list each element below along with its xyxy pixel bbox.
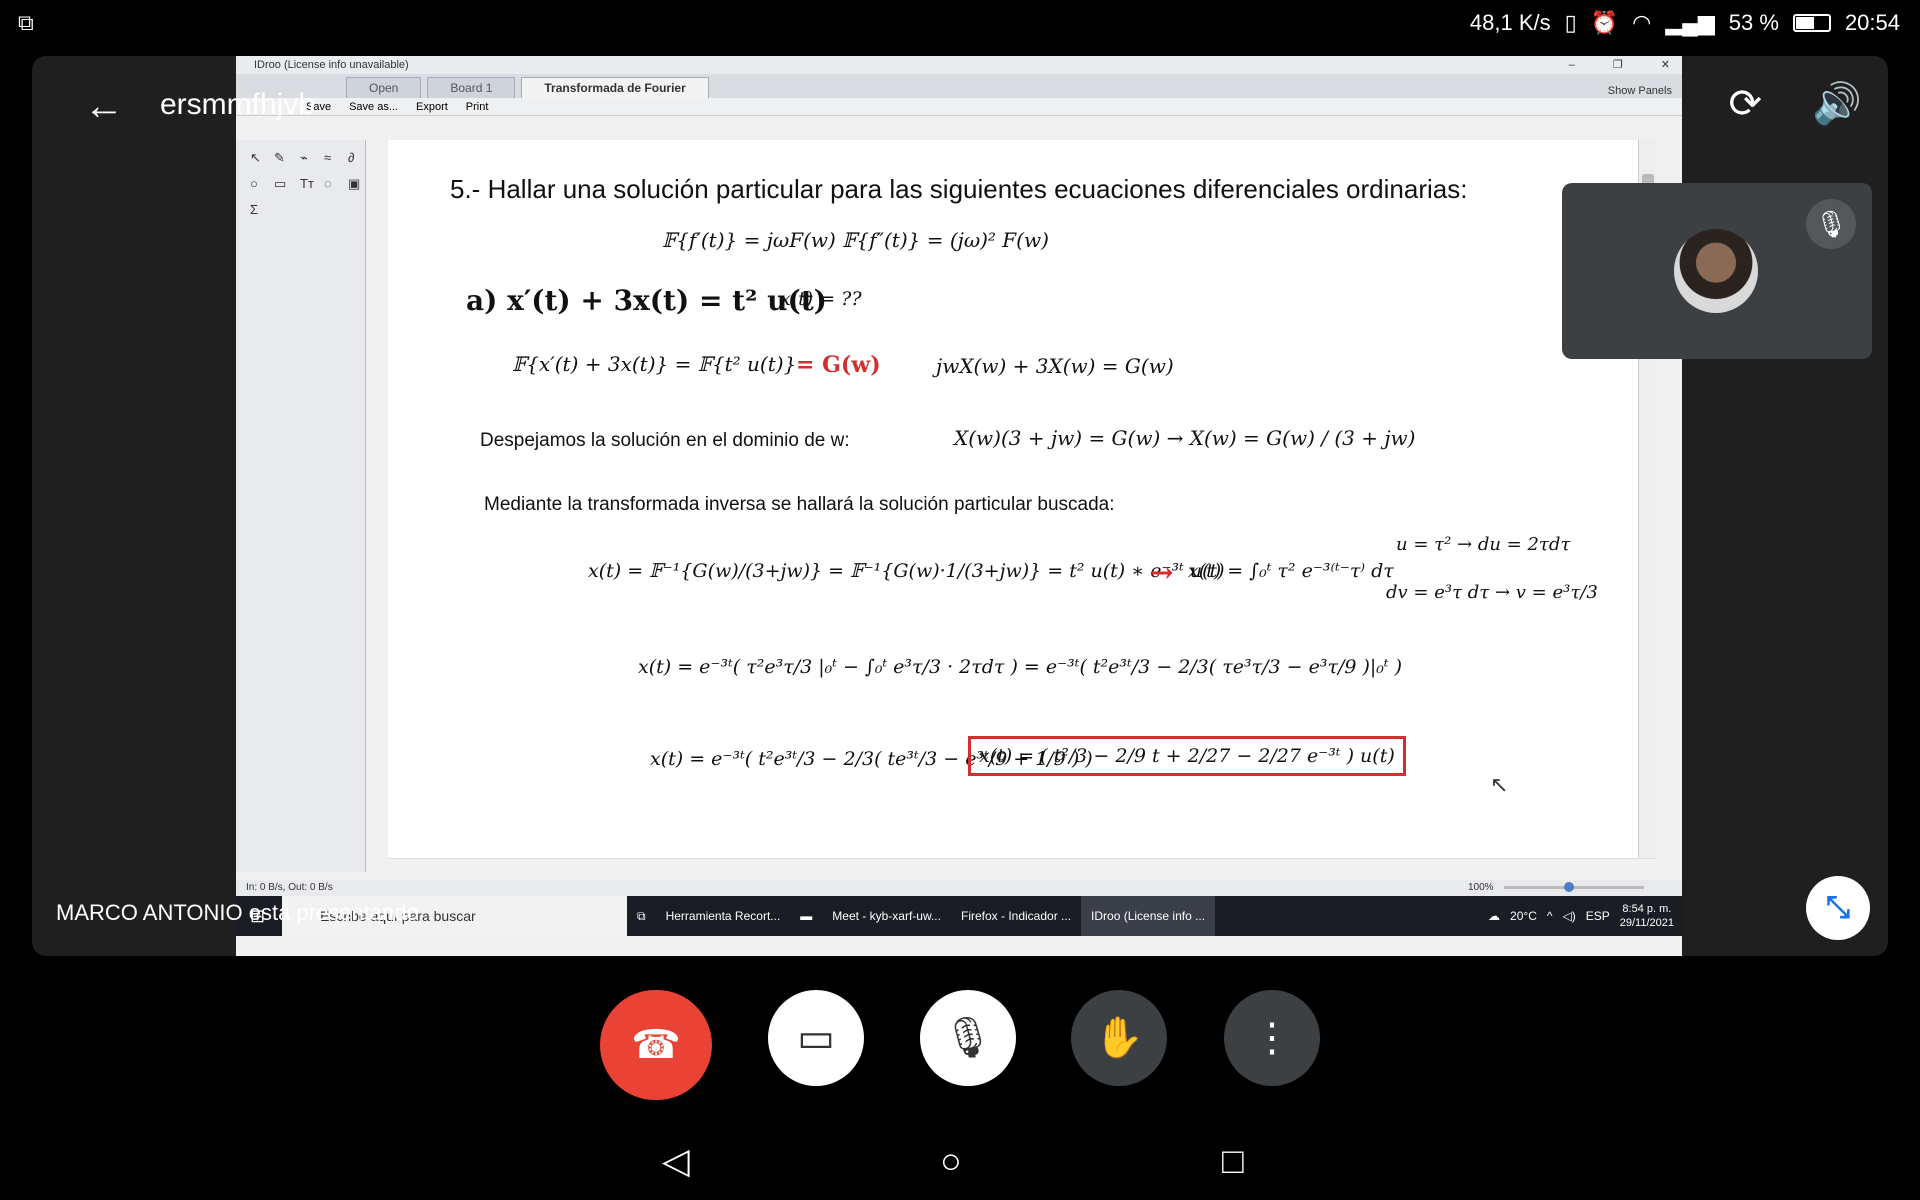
solve-x-w: X(w)(3 + jw) = G(w) → X(w) = G(w) / (3 +… [954,426,1416,450]
comment-tool-icon[interactable]: ◌ [324,176,332,191]
battery-icon [1792,14,1831,32]
mic-off-icon: 🎙 [942,1016,994,1060]
unknown-label: x(t) = ?? [780,288,862,310]
weather-icon: ☁ [1488,909,1501,923]
tray-chevron-icon[interactable]: ^ [1547,909,1553,923]
battery-percent: 53 % [1728,10,1779,35]
more-vert-icon: ⋮ [1252,1016,1292,1060]
mouse-cursor-icon: ↖ [1490,772,1509,797]
tab-transformada[interactable]: Transformada de Fourier [521,77,709,98]
frequency-domain-equation: jwX(w) + 3X(w) = G(w) [936,354,1174,378]
substitution-dv: dv = e³τ dτ → v = e³τ/3 [1386,582,1598,603]
self-view-tile[interactable]: 🎙 [1562,183,1872,359]
camera-off-button[interactable]: ▭ [768,990,864,1086]
taskbar-time: 8:54 p. m. [1622,903,1672,915]
raise-hand-button[interactable]: ✋ [1071,990,1167,1086]
hand-icon: ✋ [1094,1016,1144,1060]
transfer-stats: In: 0 B/s, Out: 0 B/s [246,882,333,893]
app-status-bar: In: 0 B/s, Out: 0 B/s 100% [236,880,1682,896]
taskbar-app-firefox[interactable]: Firefox - Indicador ... [951,896,1081,936]
weather-temp: 20°C [1510,909,1537,923]
back-arrow-icon[interactable]: ← [84,86,124,126]
tab-open[interactable]: Open [346,77,422,98]
taskbar-clock[interactable]: 8:54 p. m. 29/11/2021 [1620,902,1674,930]
highlighter-tool-icon[interactable]: ⌁ [300,150,308,166]
signal-icon: ▂▄▆ [1665,10,1715,35]
wifi-icon: ◠ [1632,10,1652,35]
zoom-level: 100% [1468,882,1494,893]
eraser-tool-icon[interactable]: ∂ [348,150,354,165]
integration-by-parts: x(t) = e⁻³ᵗ( τ²e³τ/3 |₀ᵗ − ∫₀ᵗ e³τ/3 · 2… [638,656,1403,678]
window-title: IDroo (License info unavailable) [254,59,409,71]
minimize-icon[interactable]: – [1569,56,1575,74]
window-titlebar: IDroo (License info unavailable) – ❐ ✕ [236,56,1682,74]
taskbar-app-meet[interactable]: Meet - kyb-xarf-uw... [822,896,951,936]
nav-home-icon[interactable]: ○ [940,1140,962,1182]
file-toolbar: Save Save as... Export Print [236,98,1682,116]
presenter-label: MARCO ANTONIO está presentando [56,900,419,925]
taskbar-app-idroo[interactable]: IDroo (License info ... [1081,896,1216,936]
volume-icon[interactable]: ◁) [1563,909,1576,923]
camera-off-icon: ▭ [797,1016,835,1060]
handwritten-g-annotation: = G(w) [796,352,881,378]
equation-a: a) x′(t) + 3x(t) = t² u(t) [466,284,827,317]
speaker-icon[interactable]: 🔊 [1812,84,1862,124]
clock: 20:54 [1844,10,1900,35]
zoom-slider[interactable] [1504,882,1644,892]
cast-icon: ⧉ [18,10,34,35]
switch-camera-icon[interactable]: ⟳ [1728,84,1762,124]
pen-tool-icon[interactable]: ✎ [274,150,285,166]
muted-mic-icon: 🎙 [1806,199,1856,249]
collapse-icon[interactable]: ⤡ [1806,876,1870,940]
show-panels-button[interactable]: Show Panels [1608,85,1672,97]
substitution-u: u = τ² → du = 2τdτ [1396,534,1571,555]
fourier-derivative-properties: 𝔽{f′(t)} = jωF(w) 𝔽{f″(t)} = (jω)² F(w) [662,228,1049,252]
nav-back-icon[interactable]: ◁ [662,1140,690,1182]
text-tool-icon[interactable]: Tт [300,176,314,191]
mediante-text: Mediante la transformada inversa se hall… [484,494,1115,515]
freehand-tool-icon[interactable]: ≈ [324,150,331,165]
task-view-icon[interactable]: ⧉ [627,896,656,936]
android-status-bar: ⧉ 48,1 K/s ▯ ⏰ ◠ ▂▄▆ 53 % 20:54 [0,0,1920,48]
meeting-name[interactable]: ersmmfhjvb [160,88,315,122]
system-tray: ☁ 20°C ^ ◁) ESP 8:54 p. m. 29/11/2021 [1488,902,1682,930]
select-tool-icon[interactable]: ↖ [250,150,261,166]
maximize-icon[interactable]: ❐ [1613,56,1623,74]
image-tool-icon[interactable]: ▣ [348,176,360,192]
final-result-box: x(t) = ( t²/3 − 2/9 t + 2/27 − 2/27 e⁻³ᵗ… [968,736,1406,776]
transform-step: 𝔽{x′(t) + 3x(t)} = 𝔽{t² u(t)} [512,352,797,376]
taskbar-app-snipping[interactable]: Herramienta Recort... [656,896,791,936]
end-call-button[interactable]: ☎ [600,990,712,1100]
vibrate-icon: ▯ [1564,10,1577,35]
participant-avatar [1674,229,1758,313]
problem-heading: 5.- Hallar una solución particular para … [450,174,1468,204]
rectangle-tool-icon[interactable]: ▭ [274,176,286,192]
taskbar-date: 29/11/2021 [1619,917,1674,929]
convolution-integral: x(t) = ∫₀ᵗ τ² e⁻³⁽ᵗ⁻τ⁾ dτ [1188,560,1394,582]
mic-off-button[interactable]: 🎙 [920,990,1016,1086]
close-icon[interactable]: ✕ [1661,56,1670,74]
tab-strip: Open Board 1 Transformada de Fourier Sho… [236,74,1682,98]
despejamos-text: Despejamos la solución en el dominio de … [480,430,850,451]
print-button[interactable]: Print [466,101,489,113]
ellipse-tool-icon[interactable]: ○ [250,176,258,191]
nav-recents-icon[interactable]: □ [1222,1140,1244,1182]
equation-tool-icon[interactable]: Σ [250,202,258,217]
inverse-transform: x(t) = 𝔽⁻¹{G(w)/(3+jw)} = 𝔽⁻¹{G(w)·1/(3+… [588,560,1225,582]
tab-board-1[interactable]: Board 1 [427,77,516,98]
red-arrow: → [1150,556,1174,589]
alarm-icon: ⏰ [1590,10,1619,35]
whiteboard-canvas[interactable]: 5.- Hallar una solución particular para … [388,140,1656,872]
windows-taskbar: ⊞ Escribe aquí para buscar ⧉ Herramienta… [236,896,1682,936]
horizontal-scrollbar[interactable] [388,858,1656,872]
save-as-button[interactable]: Save as... [349,101,398,113]
shared-screen: IDroo (License info unavailable) – ❐ ✕ O… [236,56,1682,956]
export-button[interactable]: Export [416,101,448,113]
network-speed: 48,1 K/s [1469,10,1551,35]
input-language[interactable]: ESP [1586,909,1610,923]
file-explorer-icon[interactable]: ▬ [790,896,822,936]
more-options-button[interactable]: ⋮ [1224,990,1320,1086]
hang-up-icon: ☎ [631,1023,681,1067]
drawing-tools-panel: ↖ ✎ ⌁ ≈ ∂ ○ ▭ Tт ◌ ▣ Σ [236,140,366,872]
